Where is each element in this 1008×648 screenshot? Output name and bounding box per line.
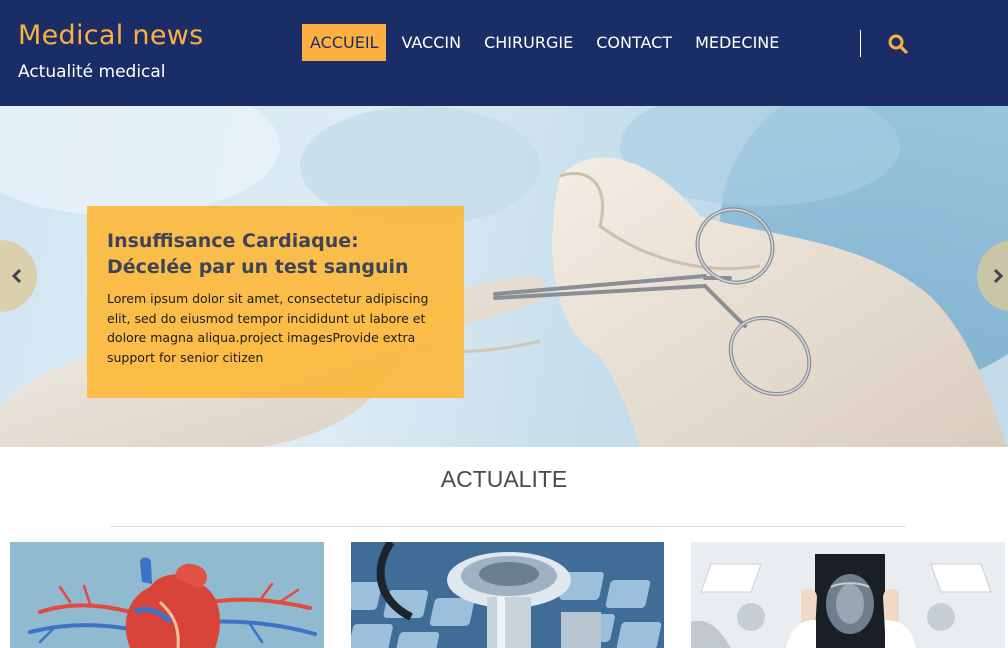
nav-item-accueil[interactable]: ACCUEIL [302,24,387,61]
heart-illustration-image [10,542,324,648]
search-button[interactable] [886,32,910,56]
section-title: ACTUALITE [440,466,568,492]
site-header: Medical news Actualité medical ACCUEIL V… [0,0,1008,106]
section-divider [110,526,906,527]
nav-item-chirurgie[interactable]: CHIRURGIE [476,24,581,61]
hero-caption: Insuffisance Cardiaque: Décelée par un t… [87,206,464,398]
news-card-brain-scan[interactable] [691,542,1005,648]
nav-item-contact[interactable]: CONTACT [588,24,680,61]
main-nav: ACCUEIL VACCIN CHIRURGIE CONTACT MEDECIN… [302,24,794,61]
site-subtitle: Actualité medical [18,62,166,82]
news-card-stethoscope[interactable] [351,542,664,648]
hero-title[interactable]: Insuffisance Cardiaque: Décelée par un t… [107,228,444,280]
stethoscope-keyboard-image [351,542,664,648]
hero-slider: Insuffisance Cardiaque: Décelée par un t… [0,106,1008,447]
site-title[interactable]: Medical news [18,20,204,51]
news-card-heart[interactable] [10,542,324,648]
hero-text: Lorem ipsum dolor sit amet, consectetur … [107,291,429,365]
doctor-brain-scan-image [691,542,1005,648]
chevron-left-icon [11,268,22,284]
search-icon [888,34,908,54]
chevron-right-icon [993,268,1004,284]
nav-item-medecine[interactable]: MEDECINE [687,24,787,61]
nav-item-vaccin[interactable]: VACCIN [393,24,469,61]
nav-divider [860,30,861,57]
